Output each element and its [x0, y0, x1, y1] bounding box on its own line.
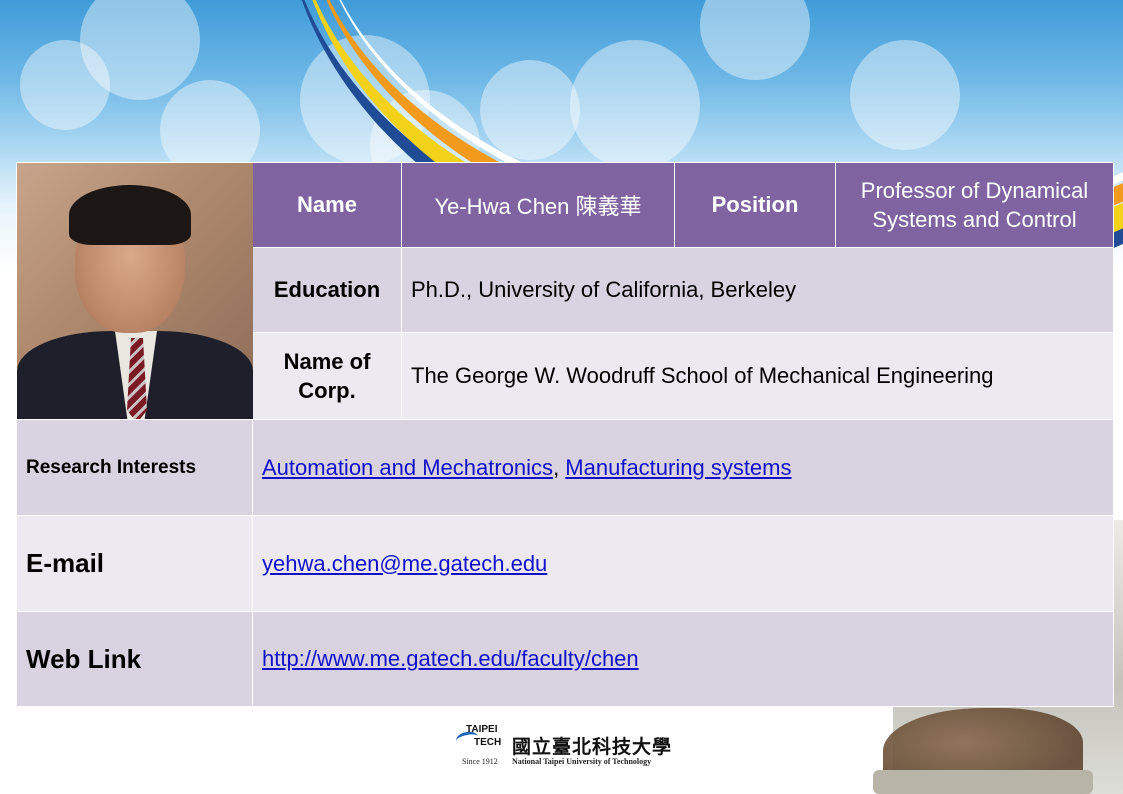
- web-cell: http://www.me.gatech.edu/faculty/chen: [252, 611, 1114, 707]
- education-value: Ph.D., University of California, Berkele…: [401, 246, 1114, 333]
- email-link[interactable]: yehwa.chen@me.gatech.edu: [262, 551, 547, 576]
- university-logo: TAIPEI TECH Since 1912 國立臺北科技大學 National…: [452, 724, 692, 770]
- email-row: E-mail yehwa.chen@me.gatech.edu: [16, 515, 1114, 612]
- profile-photo: [17, 163, 253, 419]
- email-label: E-mail: [16, 515, 253, 612]
- logo-english-name: National Taipei University of Technology: [512, 757, 652, 766]
- research-links: Automation and Mechatronics, Manufacturi…: [252, 419, 1114, 516]
- bokeh-bubble: [20, 40, 110, 130]
- logo-since-text: Since 1912: [462, 757, 498, 766]
- name-label: Name: [252, 162, 402, 248]
- header-row: Name Ye-Hwa Chen 陳義華 Position Professor …: [16, 162, 1114, 420]
- logo-chinese-name: 國立臺北科技大學: [512, 736, 673, 758]
- statue-base: [873, 770, 1093, 794]
- research-row: Research Interests Automation and Mechat…: [16, 419, 1114, 516]
- web-label: Web Link: [16, 611, 253, 707]
- web-row: Web Link http://www.me.gatech.edu/facult…: [16, 611, 1114, 707]
- web-link[interactable]: http://www.me.gatech.edu/faculty/chen: [262, 646, 639, 671]
- photo-cell: [16, 162, 253, 420]
- profile-table: Name Ye-Hwa Chen 陳義華 Position Professor …: [16, 162, 1114, 707]
- research-link-manufacturing[interactable]: Manufacturing systems: [565, 455, 791, 480]
- education-label: Education: [252, 246, 402, 333]
- research-separator: ,: [553, 454, 566, 480]
- corp-value: The George W. Woodruff School of Mechani…: [401, 331, 1114, 421]
- logo-tech-text: TECH: [474, 737, 502, 748]
- position-value: Professor of Dynamical Systems and Contr…: [835, 162, 1114, 248]
- logo-taipei-text: TAIPEI: [466, 724, 498, 735]
- hair-shape: [69, 185, 191, 245]
- email-cell: yehwa.chen@me.gatech.edu: [252, 515, 1114, 612]
- research-link-automation[interactable]: Automation and Mechatronics: [262, 455, 553, 480]
- position-label: Position: [674, 162, 836, 248]
- corp-label: Name of Corp.: [252, 331, 402, 421]
- research-label: Research Interests: [16, 419, 253, 516]
- profile-card: Name Ye-Hwa Chen 陳義華 Position Professor …: [16, 162, 1114, 707]
- name-value: Ye-Hwa Chen 陳義華: [401, 162, 675, 248]
